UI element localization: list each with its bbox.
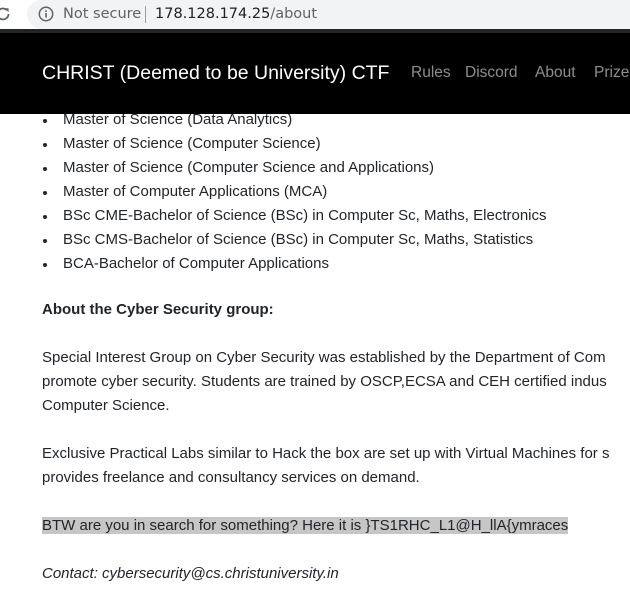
selected-flag-text[interactable]: BTW are you in search for something? Her…	[42, 517, 569, 534]
url-divider	[145, 6, 146, 23]
info-icon[interactable]	[38, 6, 54, 22]
reload-icon[interactable]	[0, 5, 12, 23]
url-text[interactable]: 178.128.174.25/about	[155, 5, 317, 23]
nav-link-rules[interactable]: Rules	[411, 63, 451, 83]
paragraph-line: Exclusive Practical Labs similar to Hack…	[42, 445, 610, 462]
paragraph-line: Computer Science.	[42, 397, 170, 414]
url-host: 178.128.174.25	[155, 6, 271, 22]
intro-paragraph: Special Interest Group on Cyber Security…	[42, 346, 607, 418]
nav-link-discord[interactable]: Discord	[465, 63, 518, 83]
about-heading: About the Cyber Security group:	[42, 301, 274, 318]
programs-list: Master of Science (Data Analytics) Maste…	[42, 114, 547, 276]
page-content: Master of Science (Data Analytics) Maste…	[0, 114, 630, 608]
security-status-label[interactable]: Not secure	[63, 5, 141, 23]
list-item: Master of Science (Data Analytics)	[42, 114, 547, 132]
paragraph-line: provides freelance and consultancy servi…	[42, 469, 420, 486]
list-item: Master of Science (Computer Science)	[42, 132, 547, 156]
list-item: BCA-Bachelor of Computer Applications	[42, 252, 547, 276]
list-item: Master of Science (Computer Science and …	[42, 156, 547, 180]
paragraph-line: promote cyber security. Students are tra…	[42, 373, 607, 390]
list-item: Master of Computer Applications (MCA)	[42, 180, 547, 204]
paragraph-line: Special Interest Group on Cyber Security…	[42, 349, 606, 366]
site-navbar: CHRIST (Deemed to be University) CTF Rul…	[0, 33, 630, 114]
nav-link-about[interactable]: About	[535, 63, 576, 83]
list-item: BSc CME-Bachelor of Science (BSc) in Com…	[42, 204, 547, 228]
nav-link-prizes[interactable]: Prizes	[594, 63, 630, 83]
browser-address-bar: Not secure 178.128.174.25/about	[0, 0, 630, 29]
contact-line: Contact: cybersecurity@cs.christuniversi…	[42, 565, 339, 582]
list-item: BSc CMS-Bachelor of Science (BSc) in Com…	[42, 228, 547, 252]
url-path: /about	[270, 6, 318, 22]
hidden-flag-paragraph: BTW are you in search for something? Her…	[42, 514, 569, 538]
site-brand[interactable]: CHRIST (Deemed to be University) CTF	[42, 61, 389, 85]
labs-paragraph: Exclusive Practical Labs similar to Hack…	[42, 442, 609, 490]
